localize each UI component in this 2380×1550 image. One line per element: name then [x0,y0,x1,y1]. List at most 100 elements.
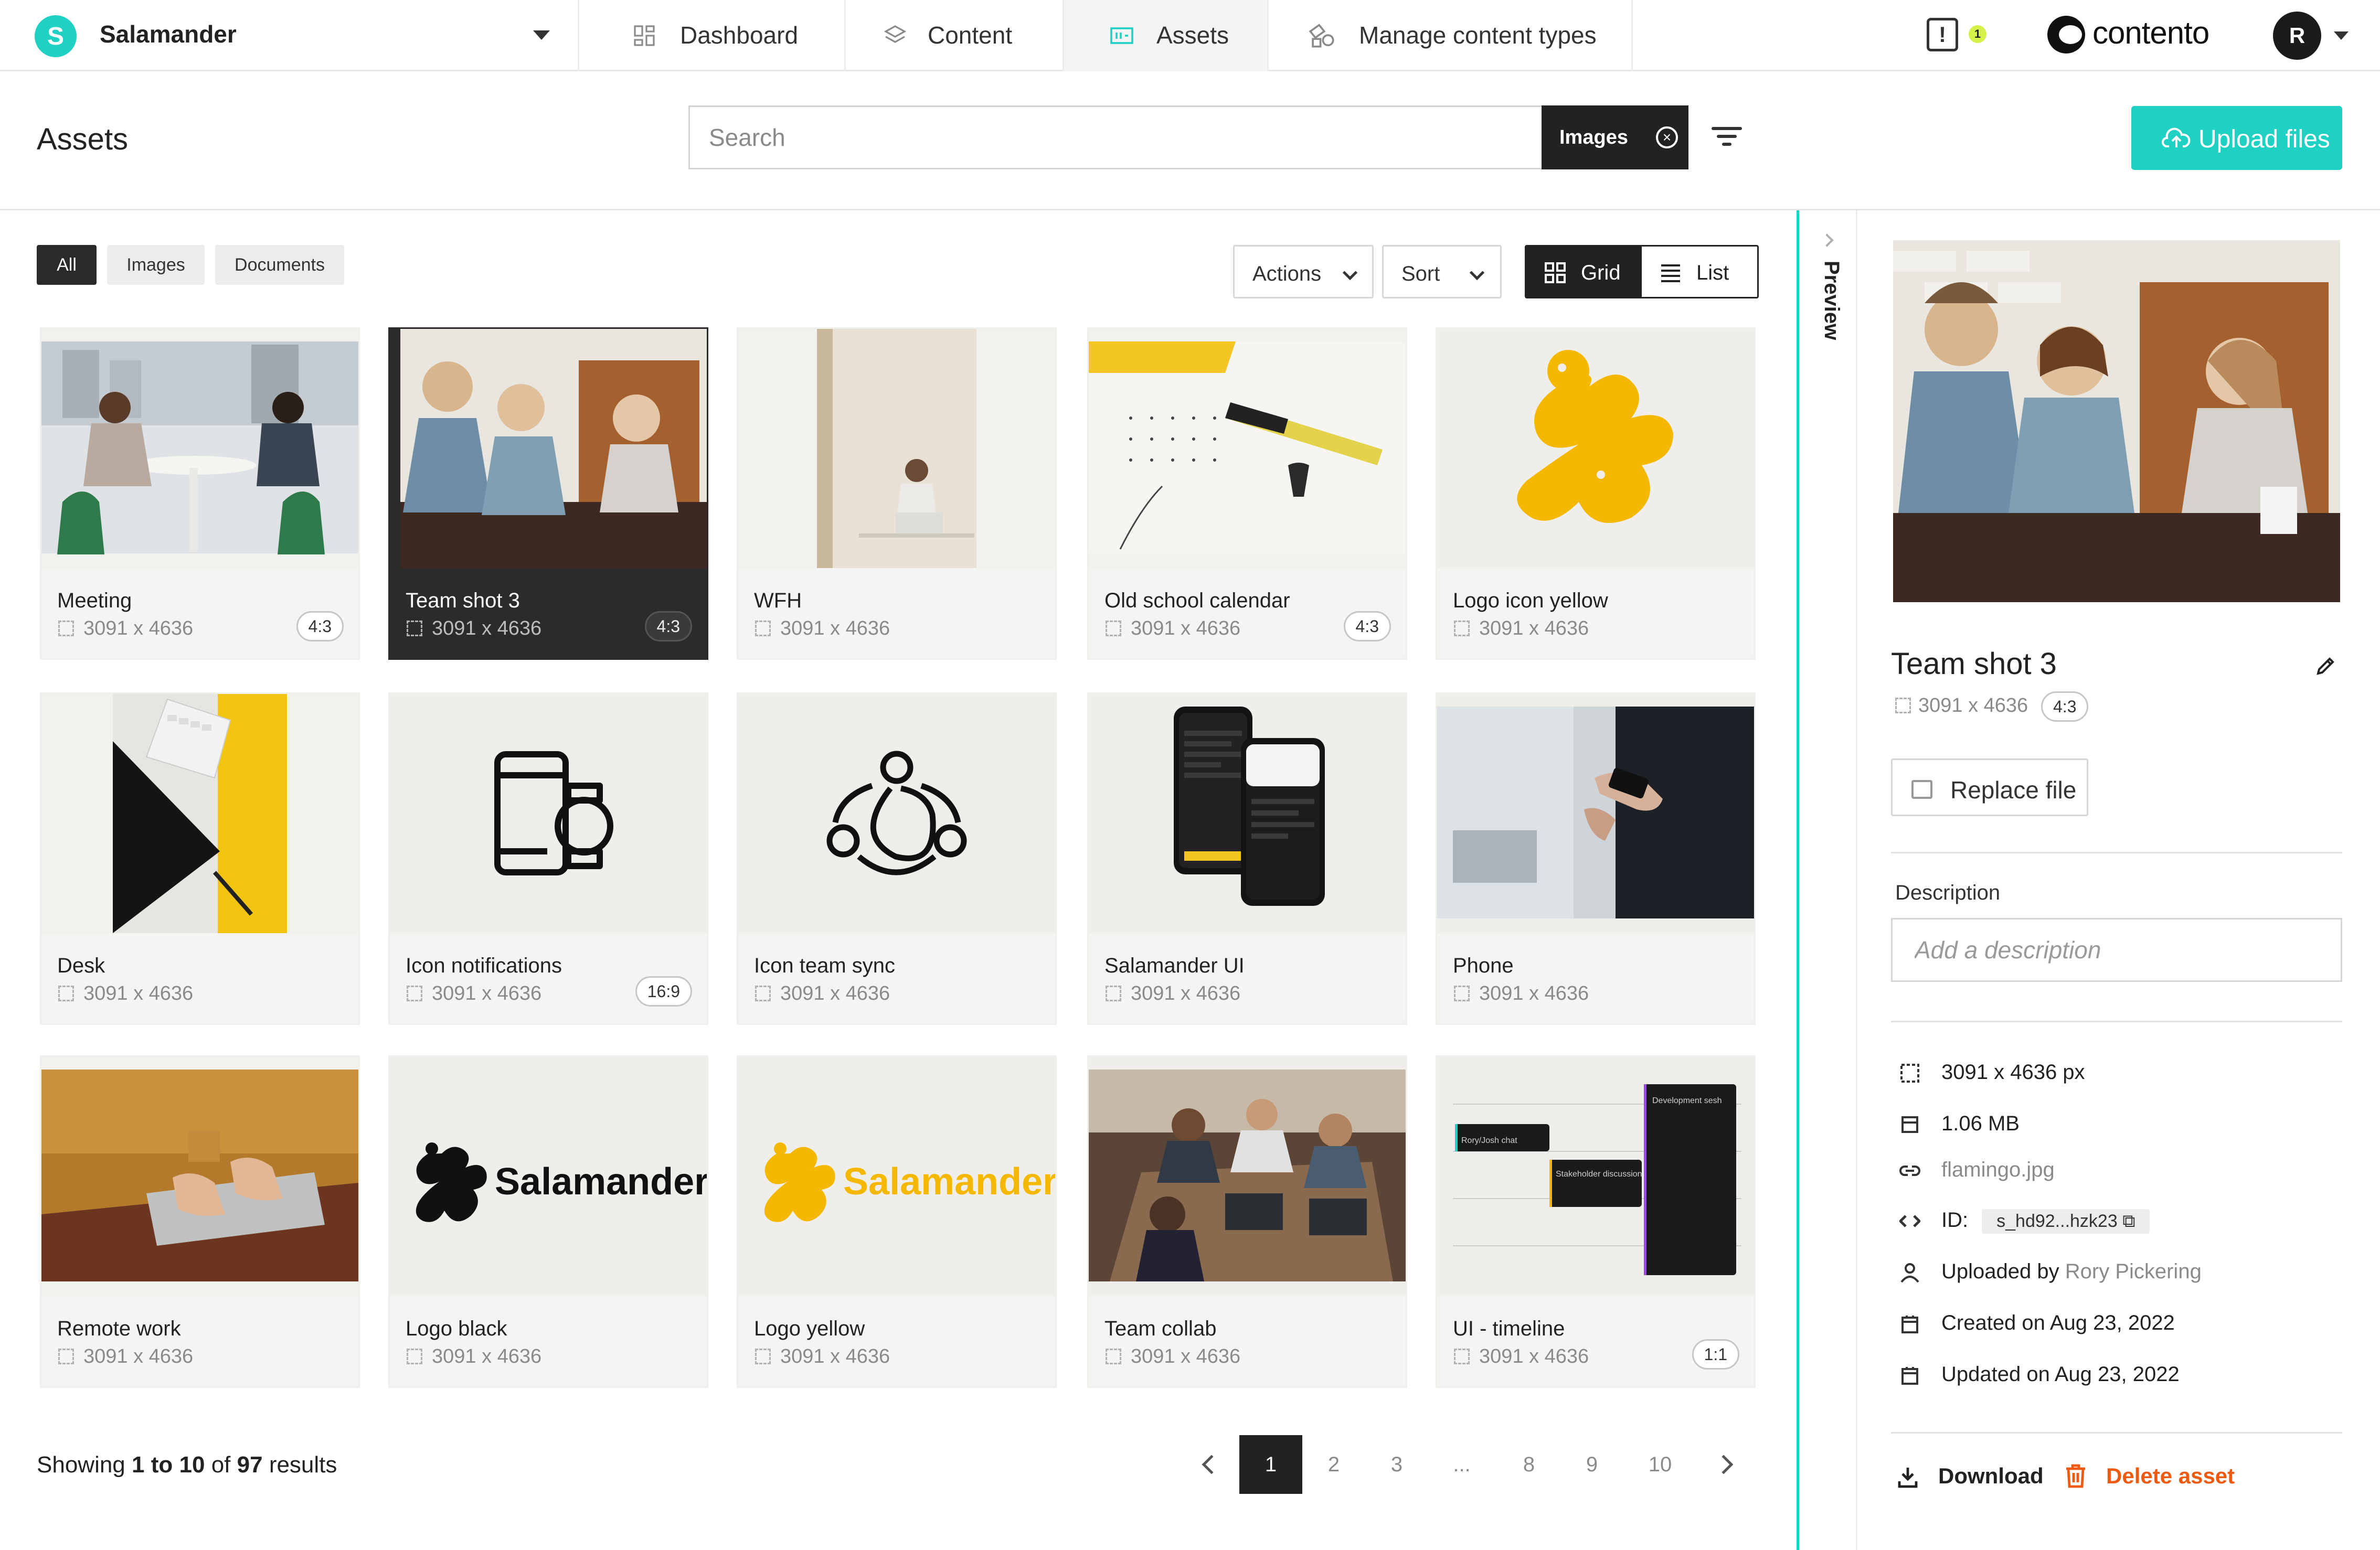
top-navigation: S Salamander Dashboard Content Assets Ma… [0,0,2380,71]
workspace-logo: S [35,15,77,57]
dimensions-icon [407,986,422,1001]
page-button[interactable]: 1 [1239,1435,1302,1494]
user-avatar[interactable]: R [2273,12,2321,60]
aspect-ratio-badge: 4:3 [296,611,344,642]
asset-name: Meeting [57,589,132,612]
asset-name: Desk [57,954,105,977]
chip-all[interactable]: All [37,245,97,285]
asset-card[interactable]: Remote work 3091 x 4636 [40,1055,360,1388]
asset-card[interactable]: Development sesh Stakeholder discussion … [1436,1055,1756,1388]
edit-pencil-icon[interactable] [2315,656,2336,677]
dimensions-icon [407,621,422,636]
workspace-name: Salamander [100,20,237,48]
cloud-upload-icon [2162,127,2191,147]
layers-icon [884,25,907,43]
page-button[interactable]: 2 [1302,1435,1365,1494]
actions-dropdown[interactable]: Actions [1233,245,1374,298]
dimensions-icon [1900,1064,1919,1083]
asset-card[interactable]: Salamander UI 3091 x 4636 [1087,692,1407,1025]
asset-card[interactable]: WFH 3091 x 4636 [737,327,1057,660]
asset-card[interactable]: Team collab 3091 x 4636 [1087,1055,1407,1388]
upload-files-button[interactable]: Upload files [2131,106,2342,170]
meta-text: Uploaded by Rory Pickering [1941,1260,2202,1284]
dimensions-icon [755,1349,771,1364]
dimensions-icon [407,1349,422,1364]
page-button[interactable]: 3 [1365,1435,1428,1494]
divider [1891,1432,2342,1434]
asset-card-selected[interactable]: Team shot 3 3091 x 4636 4:3 [388,327,708,660]
asset-thumbnail [738,694,1055,933]
asset-name: WFH [754,589,802,612]
chevron-right-icon[interactable] [1820,233,1834,247]
range-from: 1 [132,1452,145,1478]
asset-card[interactable]: Icon notifications 3091 x 4636 16:9 [388,692,708,1025]
dimensions-icon [755,621,771,636]
chip-images[interactable]: Images [107,245,205,285]
grid-label: Grid [1581,261,1621,284]
uploaded-prefix: Uploaded by [1941,1260,2059,1283]
preview-image [1893,240,2340,602]
workspace-switcher[interactable]: S Salamander [0,0,579,71]
asset-thumbnail [1089,329,1406,568]
meta-text: ID: s_hd92...hzk23 ⧉ [1941,1209,2150,1234]
meta-text: Created on Aug 23, 2022 [1941,1311,2175,1334]
grid-view-button[interactable]: Grid [1526,247,1642,297]
asset-dimensions: 3091 x 4636 [83,1345,194,1367]
chevron-down-icon [1342,265,1358,281]
replace-file-button[interactable]: Replace file [1891,758,2088,816]
caret-down-icon [533,30,550,40]
asset-name: Old school calendar [1104,589,1290,612]
clear-filter-icon[interactable]: × [1656,126,1678,148]
chevron-down-icon [1469,265,1485,281]
sort-dropdown[interactable]: Sort [1382,245,1502,298]
asset-card[interactable]: Desk 3091 x 4636 [40,692,360,1025]
link-icon [1899,1166,1920,1176]
asset-dimensions: 3091 x 4636 [780,617,890,639]
list-view-button[interactable]: List [1642,247,1757,297]
asset-card[interactable]: Salamander Logo black 3091 x 4636 [388,1055,708,1388]
tab-dashboard[interactable]: Dashboard [579,0,846,71]
asset-card[interactable]: Logo icon yellow 3091 x 4636 [1436,327,1756,660]
logo-wordmark: Salamander [843,1161,1055,1203]
to-word: to [151,1452,173,1478]
asset-name: Remote work [57,1317,181,1340]
page-button[interactable]: 9 [1560,1435,1623,1494]
chevron-left-icon[interactable] [1202,1455,1221,1474]
preview-rail[interactable]: Preview [1797,210,1857,1550]
view-toggle: Grid List [1525,245,1759,298]
asset-thumbnail [390,694,707,933]
tab-assets[interactable]: Assets [1064,0,1269,71]
id-value-pill[interactable]: s_hd92...hzk23 ⧉ [1982,1209,2150,1234]
chip-documents[interactable]: Documents [215,245,344,285]
id-label: ID: [1941,1209,1969,1232]
asset-name: Logo black [406,1317,507,1340]
asset-dimensions: 3091 x 4636 [1479,617,1589,639]
asset-card[interactable]: Phone 3091 x 4636 [1436,692,1756,1025]
page-title: Assets [37,122,129,156]
asset-card[interactable]: Old school calendar 3091 x 4636 4:3 [1087,327,1407,660]
tab-content[interactable]: Content [846,0,1064,71]
page-button[interactable]: 8 [1497,1435,1560,1494]
search-chip-label: Images [1559,126,1628,148]
page-button[interactable]: 10 [1629,1435,1692,1494]
asset-name: Phone [1453,954,1514,977]
timeline-event-label: Stakeholder discussion [1556,1170,1642,1179]
dimensions-icon [1106,621,1121,636]
dimensions-icon [1895,698,1911,713]
asset-dimensions: 3091 x 4636 [432,617,542,639]
search-input[interactable] [688,105,1542,169]
tab-manage-content-types[interactable]: Manage content types [1269,0,1633,71]
caret-down-icon[interactable] [2334,31,2349,40]
results-word: results [269,1452,337,1478]
notifications-icon[interactable] [1927,18,1958,51]
description-input[interactable] [1891,918,2342,982]
asset-thumbnail: Salamander [390,1057,707,1296]
chevron-right-icon[interactable] [1714,1455,1734,1474]
asset-thumbnail [41,1057,358,1296]
dimensions-icon [1454,1349,1470,1364]
asset-card[interactable]: Meeting 3091 x 4636 4:3 [40,327,360,660]
asset-card[interactable]: Icon team sync 3091 x 4636 [737,692,1057,1025]
asset-card[interactable]: Salamander Logo yellow 3091 x 4636 [737,1055,1057,1388]
divider [1891,852,2342,853]
filter-icon[interactable] [1712,124,1742,149]
